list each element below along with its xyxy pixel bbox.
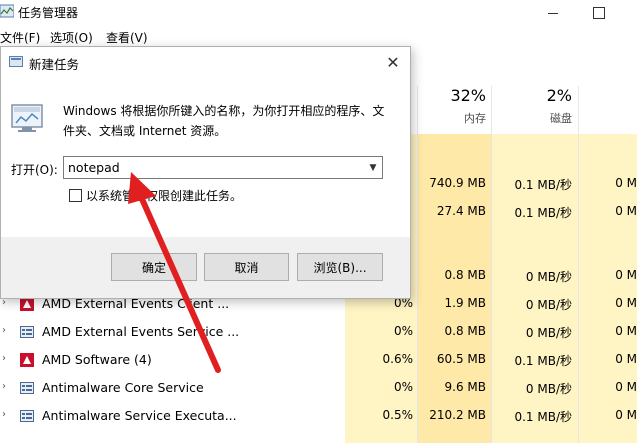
- cancel-button[interactable]: 取消: [204, 253, 289, 281]
- dialog-description: Windows 将根据你所键入的名称，为你打开相应的程序、文件夹、文档或 Int…: [63, 104, 385, 138]
- memory-cell: 9.6 MB: [444, 380, 486, 394]
- disk-cell: 0 MB/秒: [525, 270, 572, 284]
- amd-icon: [20, 353, 34, 367]
- process-name: AMD Software (4): [42, 352, 152, 367]
- chevron-right-icon[interactable]: ›: [2, 325, 10, 337]
- disk-cell: 0 MB/秒: [525, 298, 572, 312]
- disk-cell: 0.1 MB/秒: [514, 410, 572, 424]
- network-cell: 0 M: [615, 268, 637, 282]
- process-name: AMD External Events Service ...: [42, 324, 240, 339]
- table-row[interactable]: › Antimalware Service Executa... 0.5% 21…: [0, 402, 637, 430]
- dialog-button-bar: 确定 取消 浏览(B)...: [1, 237, 410, 298]
- menu-options[interactable]: 选项(O): [50, 29, 93, 46]
- memory-header-label[interactable]: 内存: [420, 110, 486, 126]
- dialog-body: Windows 将根据你所键入的名称，为你打开相应的程序、文件夹、文档或 Int…: [1, 77, 410, 237]
- disk-cell: 0.1 MB/秒: [514, 178, 572, 192]
- service-icon: [20, 410, 34, 422]
- network-cell: 0 M: [615, 324, 637, 338]
- service-icon: [20, 326, 34, 338]
- memory-header-percent[interactable]: 32%: [420, 86, 486, 105]
- memory-cell: 0.8 MB: [444, 268, 486, 282]
- run-program-icon: [11, 104, 43, 132]
- table-row[interactable]: › AMD External Events Service ... 0% 0.8…: [0, 318, 637, 346]
- process-name: Antimalware Service Executa...: [42, 408, 237, 423]
- table-row[interactable]: › AMD Software (4) 0.6% 60.5 MB 0.1 MB/秒…: [0, 346, 637, 374]
- menu-file[interactable]: 文件(F): [0, 29, 40, 46]
- run-new-task-dialog: 新建任务 ✕ Windows 将根据你所键入的名称，为你打开相应的程序、文件夹、…: [0, 46, 411, 299]
- browse-button[interactable]: 浏览(B)...: [297, 253, 383, 281]
- memory-cell: 0.8 MB: [444, 324, 486, 338]
- amd-icon: [20, 297, 34, 311]
- task-manager-icon: [0, 4, 14, 18]
- menu-view[interactable]: 查看(V): [106, 29, 148, 46]
- chevron-right-icon[interactable]: ›: [2, 353, 10, 365]
- network-cell: 0 M: [615, 408, 637, 422]
- command-combobox[interactable]: notepad ▼: [63, 156, 383, 179]
- network-cell: 0 M: [615, 176, 637, 190]
- cpu-cell: 0.6%: [382, 352, 414, 366]
- network-cell: 0 M: [615, 204, 637, 218]
- ok-button[interactable]: 确定: [111, 253, 197, 281]
- open-label: 打开(O):: [11, 163, 58, 177]
- disk-cell: 0.1 MB/秒: [514, 206, 572, 220]
- disk-header-label[interactable]: 磁盘: [492, 110, 572, 126]
- disk-cell: 0 MB/秒: [525, 326, 572, 340]
- minimize-button[interactable]: [530, 0, 576, 26]
- memory-cell: 1.9 MB: [444, 296, 486, 310]
- dialog-title: 新建任务: [29, 57, 80, 72]
- disk-cell: 0 MB/秒: [525, 382, 572, 396]
- service-icon: [20, 382, 34, 394]
- memory-cell: 27.4 MB: [436, 204, 486, 218]
- dialog-titlebar[interactable]: 新建任务 ✕: [1, 47, 410, 77]
- admin-checkbox-label[interactable]: 以系统管理权限创建此任务。: [86, 187, 242, 204]
- cpu-cell: 0%: [393, 324, 413, 338]
- close-icon[interactable]: ✕: [376, 47, 410, 77]
- network-cell: 0 M: [615, 296, 637, 310]
- cpu-cell: 0%: [393, 380, 413, 394]
- memory-cell: 60.5 MB: [436, 352, 486, 366]
- disk-cell: 0.1 MB/秒: [514, 354, 572, 368]
- table-row[interactable]: › Antimalware Core Service 0% 9.6 MB 0 M…: [0, 374, 637, 402]
- chevron-right-icon[interactable]: ›: [2, 409, 10, 421]
- network-cell: 0 M: [615, 380, 637, 394]
- memory-cell: 740.9 MB: [429, 176, 486, 190]
- network-cell: 0 M: [615, 352, 637, 366]
- run-icon: [9, 56, 23, 67]
- chevron-down-icon[interactable]: ▼: [364, 157, 382, 178]
- memory-cell: 210.2 MB: [429, 408, 486, 422]
- process-name: Antimalware Core Service: [42, 380, 204, 395]
- task-manager-title: 任务管理器: [18, 6, 79, 20]
- maximize-button[interactable]: [576, 0, 622, 26]
- task-manager-menubar: 文件(F) 选项(O) 查看(V): [0, 26, 637, 48]
- admin-checkbox[interactable]: [69, 189, 82, 202]
- disk-header-percent[interactable]: 2%: [492, 86, 572, 105]
- command-input[interactable]: notepad: [68, 160, 120, 175]
- chevron-right-icon[interactable]: ›: [2, 381, 10, 393]
- task-manager-titlebar: 任务管理器: [0, 0, 637, 26]
- cpu-cell: 0.5%: [382, 408, 414, 422]
